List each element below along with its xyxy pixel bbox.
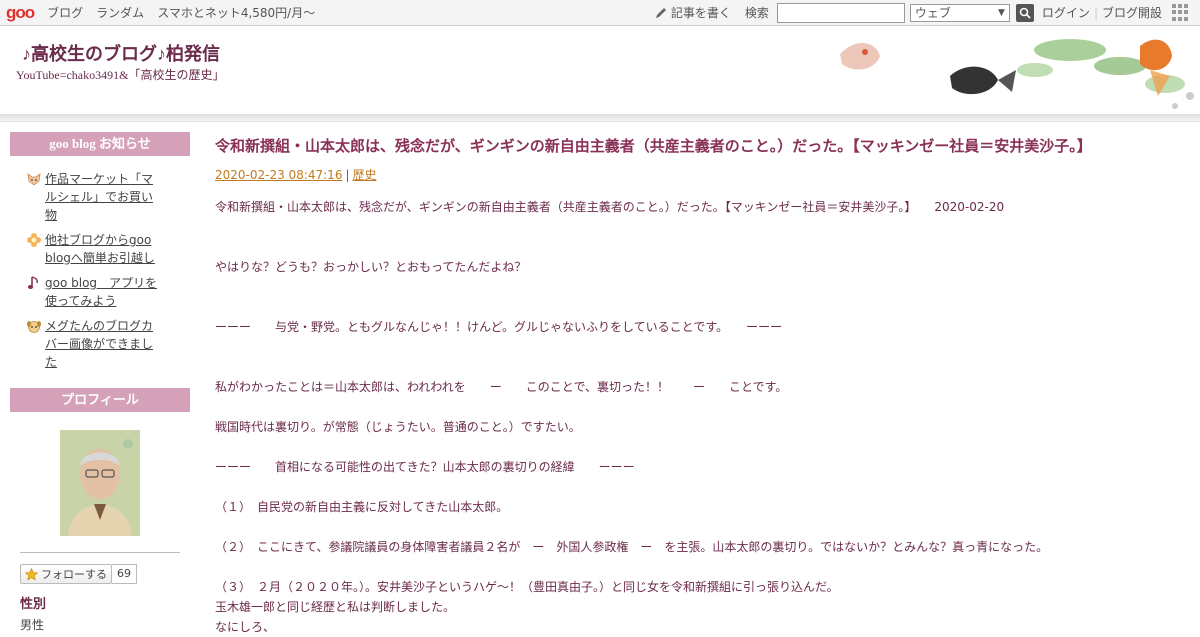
body-line	[215, 237, 1185, 257]
notice-item[interactable]: goo blog アプリを 使ってみよう	[26, 274, 190, 310]
login-link[interactable]: ログイン	[1042, 4, 1090, 21]
entry-title[interactable]: 令和新撰組・山本太郎は、残念だが、ギンギンの新自由主義者（共産主義者のこと。）だ…	[215, 136, 1185, 158]
body-line: 戦国時代は裏切り。が常態（じょうたい。普通のこと。）ですたい。	[215, 420, 581, 434]
profile-photo-image	[60, 430, 140, 536]
notice-list: 作品マーケット「マ ルシェル」でお買い物 他社ブログからgoo blogへ簡単お引越…	[10, 156, 190, 388]
entry-datetime-link[interactable]: 2020-02-23 08:47:16	[215, 168, 342, 182]
goldfish-header-illustration	[840, 39, 1194, 109]
chevron-down-icon: ▼	[998, 7, 1005, 18]
main-content: 令和新撰組・山本太郎は、残念だが、ギンギンの新自由主義者（共産主義者のこと。）だ…	[215, 132, 1185, 637]
search-button[interactable]	[1015, 3, 1034, 22]
header-divider	[0, 114, 1200, 122]
notice-link-migration[interactable]: 他社ブログからgoo blogへ簡単お引越し	[45, 231, 155, 267]
notice-link-marche[interactable]: 作品マーケット「マ ルシェル」でお買い物	[45, 170, 153, 224]
global-nav-bar: goo ブログ ランダム スマホとネット4,580円/月～ 記事を書く 検索 ウ…	[0, 0, 1200, 26]
meta-separator: |	[345, 168, 350, 182]
body-line	[215, 297, 1185, 317]
notice-link-app[interactable]: goo blog アプリを 使ってみよう	[45, 274, 157, 310]
entry-body: 令和新撰組・山本太郎は、残念だが、ギンギンの新自由主義者（共産主義者のこと。）だ…	[215, 197, 1185, 637]
body-line	[215, 397, 1185, 417]
follow-label: フォローする	[41, 568, 107, 581]
body-line: （３） ２月（２０２０年。）。安井美沙子というハゲ〜！（豊田真由子。）と同じ女を…	[215, 580, 839, 594]
body-line: （２） ここにきて、参議院議員の身体障害者議員２名が ー 外国人参政権 ー を主…	[215, 540, 1049, 554]
flower-icon	[27, 233, 41, 247]
body-line: ーーー 首相になる可能性の出てきた？山本太郎の裏切りの経緯 ーーー	[215, 460, 635, 474]
notice-heading: goo blog お知らせ	[10, 132, 190, 156]
nav-link-mobile-ad[interactable]: スマホとネット4,580円/月～	[157, 4, 315, 21]
search-input[interactable]	[776, 2, 905, 23]
apps-grid-icon[interactable]	[1172, 3, 1190, 22]
follow-button[interactable]: フォローする	[20, 564, 112, 584]
write-article-link[interactable]: 記事を書く	[671, 4, 731, 21]
star-icon	[25, 567, 38, 581]
follow-count: 69	[112, 564, 137, 584]
entry-meta: 2020-02-23 08:47:16 | 歴史	[215, 166, 1185, 183]
topbar-right: 記事を書く 検索 ウェブ ▼ ログイン | ブログ開設	[655, 0, 1200, 25]
body-line: 私がわかったことは＝山本太郎は、われわれを ー このことで、裏切った！！ ー こ…	[215, 380, 788, 394]
body-line	[215, 277, 1185, 297]
nav-link-random[interactable]: ランダム	[96, 4, 144, 21]
blog-title[interactable]: ♪高校生のブログ♪柏発信	[22, 40, 220, 66]
search-icon	[1019, 7, 1031, 19]
notice-item[interactable]: 作品マーケット「マ ルシェル」でお買い物	[26, 170, 190, 224]
blog-header: ♪高校生のブログ♪柏発信 YouTube=chako3491&「高校生の歴史」	[0, 26, 1200, 114]
body-line: 令和新撰組・山本太郎は、残念だが、ギンギンの新自由主義者（共産主義者のこと。）だ…	[215, 200, 1005, 214]
pencil-icon	[655, 7, 666, 18]
body-line	[215, 217, 1185, 237]
dog-icon	[27, 321, 41, 333]
body-line	[215, 477, 1185, 497]
blog-open-link[interactable]: ブログ開設	[1102, 4, 1162, 21]
search-scope-select[interactable]: ウェブ ▼	[909, 3, 1010, 22]
music-note-icon	[27, 276, 38, 289]
entry-category-link[interactable]: 歴史	[353, 168, 377, 182]
follow-widget: フォローする 69	[20, 564, 190, 584]
profile-divider	[20, 552, 180, 553]
body-line: （１） 自民党の新自由主義に反対してきた山本太郎。	[215, 500, 509, 514]
body-line: 玉木雄一郎と同じ経歴と私は判断しました。	[215, 600, 456, 614]
body-line	[215, 337, 1185, 357]
body-line: ーーー 与党・野党。ともグルなんじゃ！！けんど。グルじゃないふりをしていることで…	[215, 320, 783, 334]
sidebar: goo blog お知らせ 作品マーケット「マ ルシェル」でお買い物 他社ブログか…	[10, 132, 190, 633]
notice-link-cover[interactable]: メグたんのブログカ バー画像ができました	[45, 317, 153, 371]
nav-link-blog[interactable]: ブログ	[47, 4, 83, 21]
gender-label: 性別	[20, 596, 47, 611]
body-line	[215, 357, 1185, 377]
notice-item[interactable]: 他社ブログからgoo blogへ簡単お引越し	[26, 231, 190, 267]
profile-heading: プロフィール	[10, 388, 190, 412]
blog-description: YouTube=chako3491&「高校生の歴史」	[16, 68, 225, 82]
divider: |	[1093, 5, 1098, 20]
gender-value: 男性	[20, 618, 45, 632]
body-line: やはりな？どうも？おっかしい？とおもってたんだよね？	[215, 260, 527, 274]
body-line	[215, 517, 1185, 537]
search-scope-value: ウェブ	[914, 6, 951, 20]
goo-logo[interactable]: goo	[6, 3, 35, 23]
fox-icon	[27, 173, 41, 186]
profile-photo[interactable]	[60, 430, 140, 536]
search-label: 検索	[744, 6, 769, 20]
notice-item[interactable]: メグたんのブログカ バー画像ができました	[26, 317, 190, 371]
body-line: なにしろ、	[215, 620, 276, 634]
body-line	[215, 557, 1185, 577]
body-line	[215, 437, 1185, 457]
